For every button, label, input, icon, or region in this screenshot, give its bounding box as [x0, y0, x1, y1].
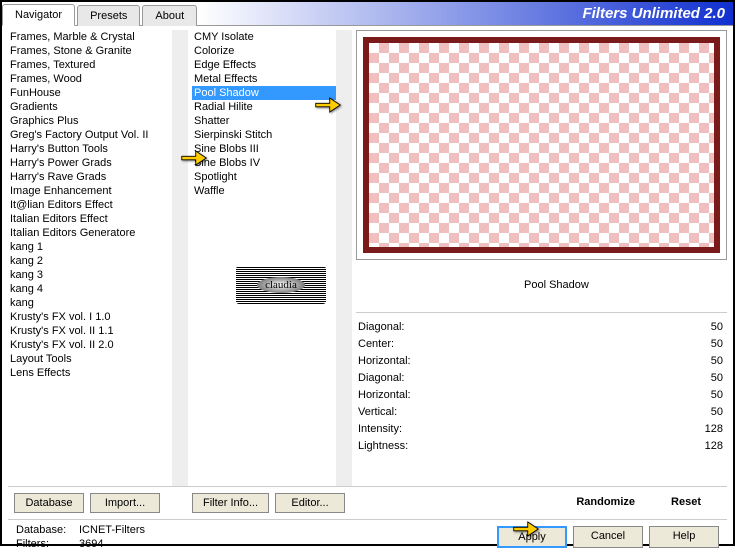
cancel-button[interactable]: Cancel	[573, 526, 643, 548]
param-value: 50	[711, 338, 723, 350]
category-item[interactable]: Greg's Factory Output Vol. II	[8, 128, 172, 142]
title-bar: Filters Unlimited 2.0	[199, 2, 733, 25]
filter-list[interactable]: CMY IsolateColorizeEdge EffectsMetal Eff…	[192, 30, 352, 486]
app-title: Filters Unlimited 2.0	[582, 5, 725, 22]
category-item[interactable]: It@lian Editors Effect	[8, 198, 172, 212]
filter-item[interactable]: Sine Blobs III	[192, 142, 336, 156]
filter-item[interactable]: Spotlight	[192, 170, 336, 184]
param-label: Vertical:	[358, 406, 397, 418]
param-row[interactable]: Lightness: 128	[356, 438, 727, 455]
category-item[interactable]: Harry's Rave Grads	[8, 170, 172, 184]
param-label: Diagonal:	[358, 321, 404, 333]
category-item[interactable]: Harry's Power Grads	[8, 156, 172, 170]
param-row[interactable]: Horizontal: 50	[356, 353, 727, 370]
filter-item[interactable]: Waffle	[192, 184, 336, 198]
param-value: 50	[711, 372, 723, 384]
tab-about[interactable]: About	[142, 5, 197, 26]
category-item[interactable]: Krusty's FX vol. II 1.1	[8, 324, 172, 338]
filter-item[interactable]: Radial Hilite	[192, 100, 336, 114]
apply-button[interactable]: Apply	[497, 526, 567, 548]
category-item[interactable]: Frames, Wood	[8, 72, 172, 86]
filter-item[interactable]: Pool Shadow	[192, 86, 336, 100]
category-item[interactable]: Frames, Marble & Crystal	[8, 30, 172, 44]
param-value: 50	[711, 406, 723, 418]
parameter-list[interactable]: Diagonal:50Center:50Horizontal:50Diagona…	[356, 319, 727, 486]
param-value: 50	[711, 321, 723, 333]
category-item[interactable]: Lens Effects	[8, 366, 172, 380]
filter-item[interactable]: CMY Isolate	[192, 30, 336, 44]
category-item[interactable]: Italian Editors Generatore	[8, 226, 172, 240]
param-value: 128	[705, 440, 723, 452]
database-button[interactable]: Database	[14, 493, 84, 513]
watermark-badge: claudia	[236, 266, 326, 304]
param-row[interactable]: Center: 50	[356, 336, 727, 353]
filter-item[interactable]: Colorize	[192, 44, 336, 58]
db-value: ICNET-Filters	[79, 524, 145, 536]
category-item[interactable]: Harry's Button Tools	[8, 142, 172, 156]
filter-item[interactable]: Sierpinski Stitch	[192, 128, 336, 142]
param-row[interactable]: Vertical: 50	[356, 404, 727, 421]
filter-item[interactable]: Sine Blobs IV	[192, 156, 336, 170]
param-row[interactable]: Intensity: 128	[356, 421, 727, 438]
category-item[interactable]: kang 1	[8, 240, 172, 254]
category-item[interactable]: kang	[8, 296, 172, 310]
filter-item[interactable]: Metal Effects	[192, 72, 336, 86]
param-value: 50	[711, 389, 723, 401]
filters-count-value: 3694	[79, 538, 103, 550]
category-item[interactable]: Layout Tools	[8, 352, 172, 366]
param-label: Center:	[358, 338, 394, 350]
param-label: Lightness:	[358, 440, 408, 452]
preview-image	[363, 37, 720, 253]
param-value: 128	[705, 423, 723, 435]
category-item[interactable]: Frames, Textured	[8, 58, 172, 72]
param-row[interactable]: Diagonal: 50	[356, 370, 727, 387]
filter-item[interactable]: Edge Effects	[192, 58, 336, 72]
param-label: Horizontal:	[358, 389, 411, 401]
filter-info-button[interactable]: Filter Info...	[192, 493, 269, 513]
category-item[interactable]: Gradients	[8, 100, 172, 114]
category-item[interactable]: Krusty's FX vol. II 2.0	[8, 338, 172, 352]
param-label: Horizontal:	[358, 355, 411, 367]
category-item[interactable]: FunHouse	[8, 86, 172, 100]
import-button[interactable]: Import...	[90, 493, 160, 513]
param-row[interactable]: Horizontal: 50	[356, 387, 727, 404]
category-item[interactable]: kang 3	[8, 268, 172, 282]
editor-button[interactable]: Editor...	[275, 493, 345, 513]
preview-pane	[356, 30, 727, 260]
current-filter-name: Pool Shadow	[454, 279, 727, 291]
tab-presets[interactable]: Presets	[77, 5, 140, 26]
param-row[interactable]: Diagonal: 50	[356, 319, 727, 336]
db-label: Database:	[16, 524, 71, 536]
category-item[interactable]: Krusty's FX vol. I 1.0	[8, 310, 172, 324]
category-item[interactable]: Italian Editors Effect	[8, 212, 172, 226]
category-item[interactable]: Image Enhancement	[8, 184, 172, 198]
param-label: Intensity:	[358, 423, 402, 435]
param-value: 50	[711, 355, 723, 367]
param-label: Diagonal:	[358, 372, 404, 384]
randomize-button[interactable]: Randomize	[566, 493, 645, 513]
category-item[interactable]: Frames, Stone & Granite	[8, 44, 172, 58]
category-item[interactable]: kang 4	[8, 282, 172, 296]
tab-navigator[interactable]: Navigator	[2, 4, 75, 26]
category-item[interactable]: kang 2	[8, 254, 172, 268]
filters-count-label: Filters:	[16, 538, 71, 550]
category-item[interactable]: Graphics Plus	[8, 114, 172, 128]
filter-item[interactable]: Shatter	[192, 114, 336, 128]
help-button[interactable]: Help	[649, 526, 719, 548]
category-list[interactable]: Frames, Marble & CrystalFrames, Stone & …	[8, 30, 188, 486]
reset-button[interactable]: Reset	[651, 493, 721, 513]
